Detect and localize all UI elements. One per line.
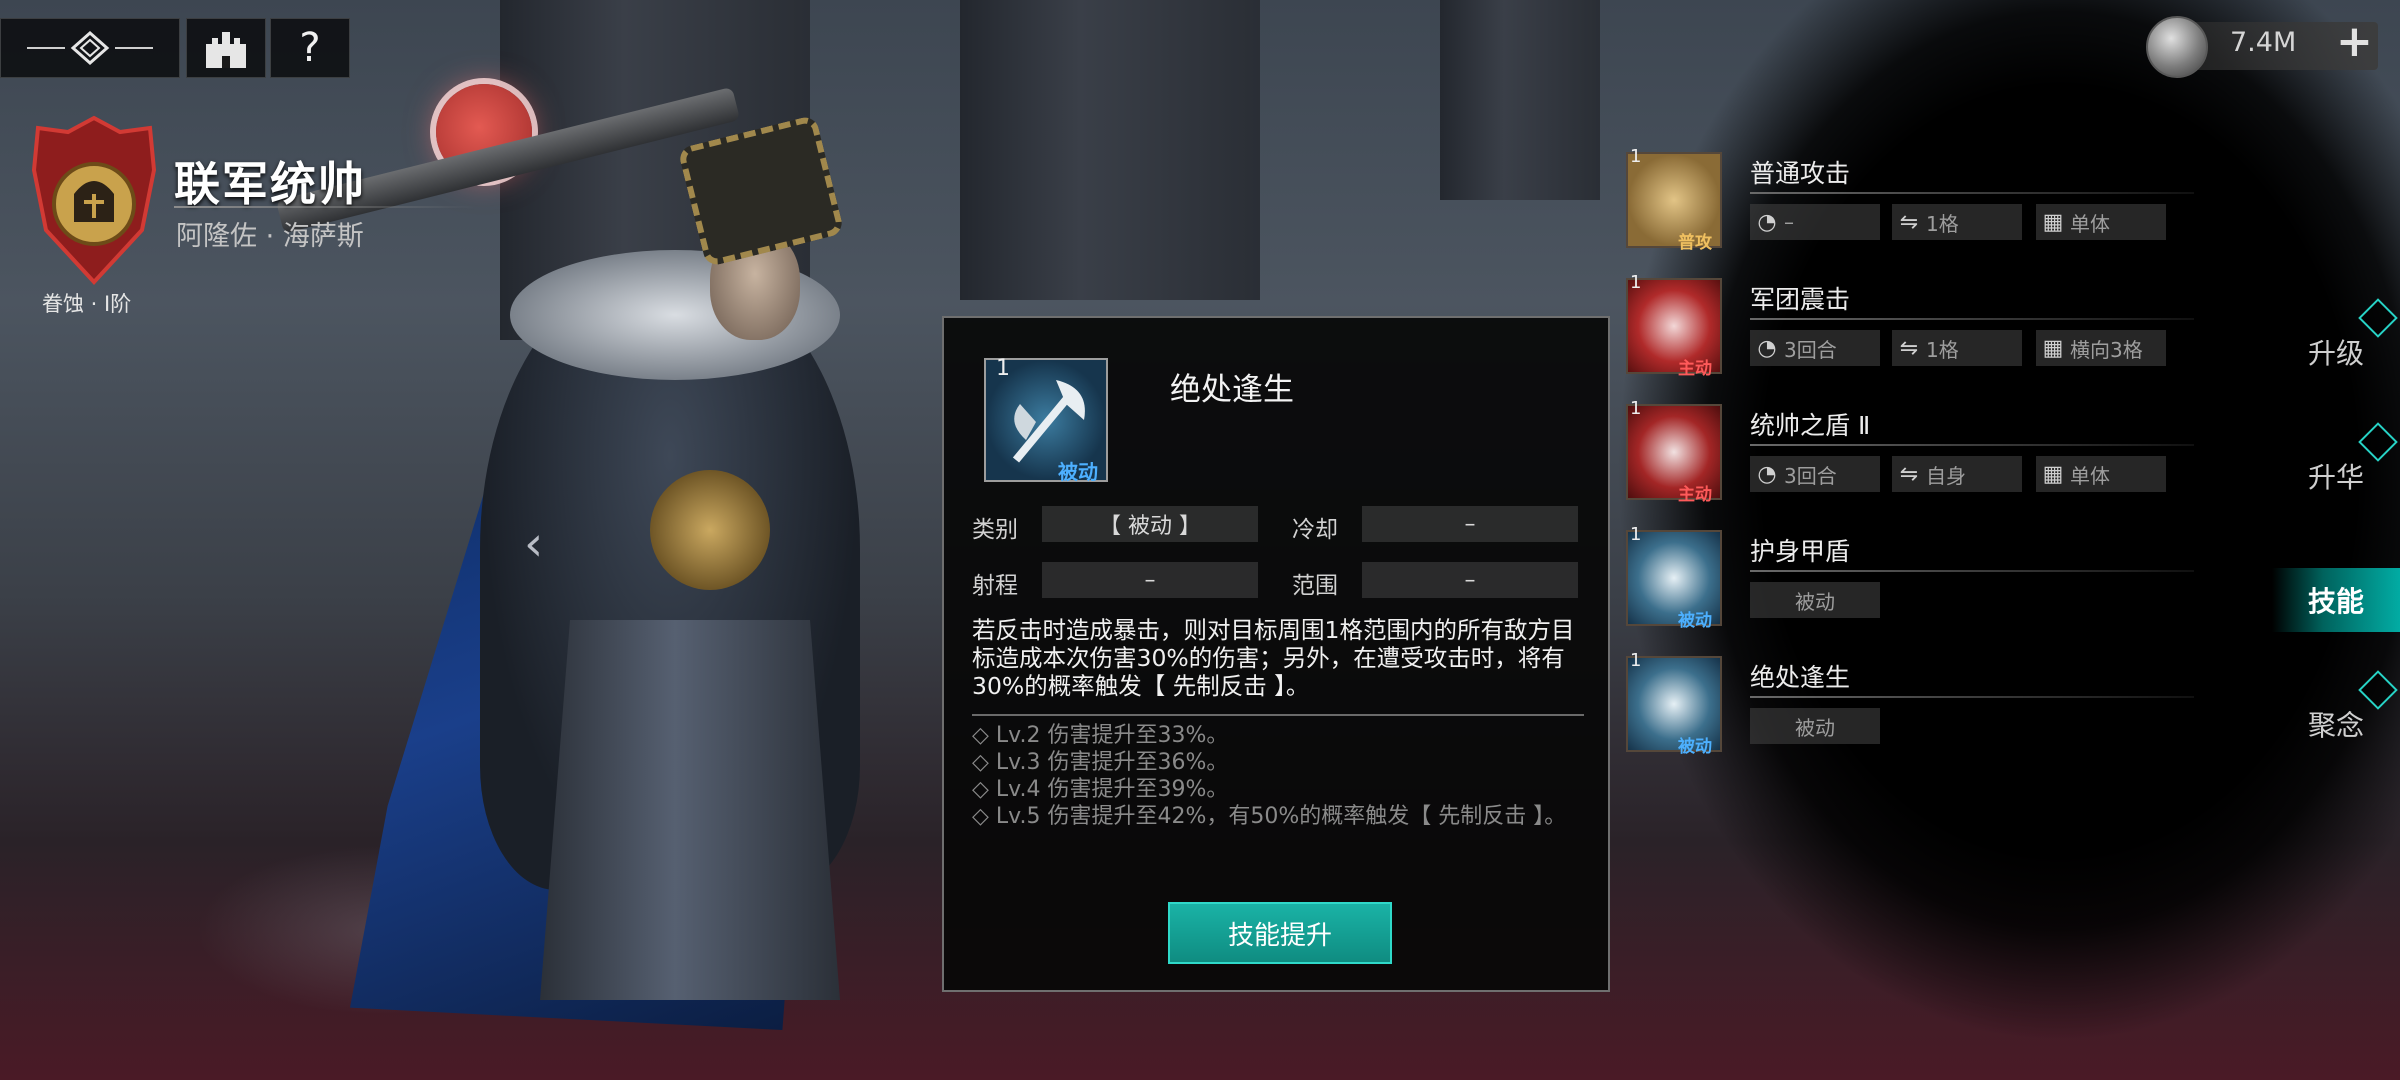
skill-upgrade-button[interactable]: 技能提升 [1168,902,1392,964]
skill-name: 护身甲盾 [1750,537,1851,566]
tab-upgrade[interactable]: 升级 [2272,298,2400,384]
cooldown-stat: ◔ 3回合 [1750,456,1880,492]
clock-icon: ◔ [1757,209,1777,235]
range-value: – [1042,562,1258,598]
range-arrow-icon: ⇋ [1899,209,1919,235]
category-value: 【 被动 】 [1042,506,1258,542]
cooldown-stat: ◔ – [1750,204,1880,240]
previous-hero-chevron-icon[interactable]: ‹ [524,516,543,572]
area-value: – [1362,562,1578,598]
area-label: 范围 [1292,573,1338,599]
grid-target-icon: ▦ [2042,335,2064,361]
skill-entry-legion-shock[interactable]: 1 主动 军团震击 ◔ 3回合 ⇋ 1格 ▦ 横向3格 [1626,272,2196,388]
tab-skills[interactable]: 技能 [2272,568,2400,632]
skill-divider [1750,318,2194,320]
rock-pillar [960,0,1260,300]
skill-level: 1 [1630,650,1642,671]
clock-icon: ◔ [1757,335,1777,361]
skill-divider [1750,444,2194,446]
skill-name: 军团震击 [1750,285,1851,314]
faction-crest-icon [31,115,157,285]
passive-badge: 被动 [1750,708,1880,744]
range-arrow-icon: ⇋ [1899,461,1919,487]
range-arrow-icon: ⇋ [1899,335,1919,361]
hero-character-model [275,86,960,1040]
currency-amount: 7.4M [2230,27,2297,58]
hero-title: 联军统帅 [174,157,366,211]
faction-logo-icon [27,30,153,66]
grid-target-icon: ▦ [2042,461,2064,487]
range-label: 射程 [972,573,1018,599]
upgrade-item: ◇ Lv.3 伤害提升至36%。 [972,750,1229,775]
category-label: 类别 [972,517,1018,543]
target-stat: ▦ 单体 [2036,456,2166,492]
passive-badge: 被动 [1750,582,1880,618]
skill-type-tag: 被动 [1058,460,1098,484]
skill-description: 若反击时造成暴击，则对目标周围1格范围内的所有敌方目标造成本次伤害30%的伤害；… [972,616,1575,700]
grid-target-icon: ▦ [2042,209,2064,235]
skill-name: 统帅之盾 Ⅱ [1750,411,1871,440]
hero-rank: 眷蚀 · Ⅰ阶 [42,292,132,316]
skill-divider [1750,696,2194,698]
skill-entry-commander-shield[interactable]: 1 主动 统帅之盾 Ⅱ ◔ 3回合 ⇋ 自身 ▦ 单体 [1626,398,2196,514]
clock-icon: ◔ [1757,461,1777,487]
target-stat: ▦ 单体 [2036,204,2166,240]
castle-icon [206,32,246,68]
skill-divider [1750,192,2194,194]
skill-level: 1 [1630,398,1642,419]
range-stat: ⇋ 自身 [1892,456,2022,492]
help-button[interactable]: ? [270,18,350,78]
skill-entry-last-stand[interactable]: 1 被动 绝处逢生 被动 [1626,650,2196,766]
range-stat: ⇋ 1格 [1892,330,2022,366]
cooldown-label: 冷却 [1292,517,1338,543]
help-icon: ? [299,25,321,71]
skill-name: 普通攻击 [1750,159,1851,188]
hero-name: 阿隆佐 · 海萨斯 [176,221,364,252]
add-currency-button[interactable]: + [2336,16,2373,67]
hero-robe [540,620,840,1000]
hero-belt-emblem [650,470,770,590]
skill-detail-popup: 1 被动 绝处逢生 类别 【 被动 】 冷却 – 射程 – 范围 – 若反击时造… [942,316,1610,992]
cooldown-value: – [1362,506,1578,542]
skill-entry-body-armor[interactable]: 1 被动 护身甲盾 被动 [1626,524,2196,640]
skill-level: 1 [1630,524,1642,545]
description-divider [972,714,1584,716]
skill-level: 1 [996,356,1010,381]
upgrade-item: ◇ Lv.2 伤害提升至33%。 [972,723,1229,748]
skill-level: 1 [1630,146,1642,167]
upgrade-item: ◇ Lv.5 伤害提升至42%，有50%的概率触发【 先制反击 】。 [972,804,1567,829]
title-divider [174,206,474,208]
upgrade-list: ◇ Lv.2 伤害提升至33%。 ◇ Lv.3 伤害提升至36%。 ◇ Lv.4… [972,722,1584,830]
skill-title: 绝处逢生 [1170,372,1294,408]
target-stat: ▦ 横向3格 [2036,330,2166,366]
cooldown-stat: ◔ 3回合 [1750,330,1880,366]
silver-coin-icon [2146,16,2208,78]
range-stat: ⇋ 1格 [1892,204,2022,240]
back-logo-button[interactable] [0,18,180,78]
skill-name: 绝处逢生 [1750,663,1851,692]
skill-divider [1750,570,2194,572]
tab-ascend[interactable]: 升华 [2272,422,2400,508]
castle-button[interactable] [186,18,266,78]
skill-level: 1 [1630,272,1642,293]
upgrade-item: ◇ Lv.4 伤害提升至39%。 [972,777,1229,802]
skill-entry-normal-attack[interactable]: 1 普攻 普通攻击 ◔ – ⇋ 1格 ▦ 单体 [1626,146,2196,262]
tab-focus[interactable]: 聚念 [2272,670,2400,756]
